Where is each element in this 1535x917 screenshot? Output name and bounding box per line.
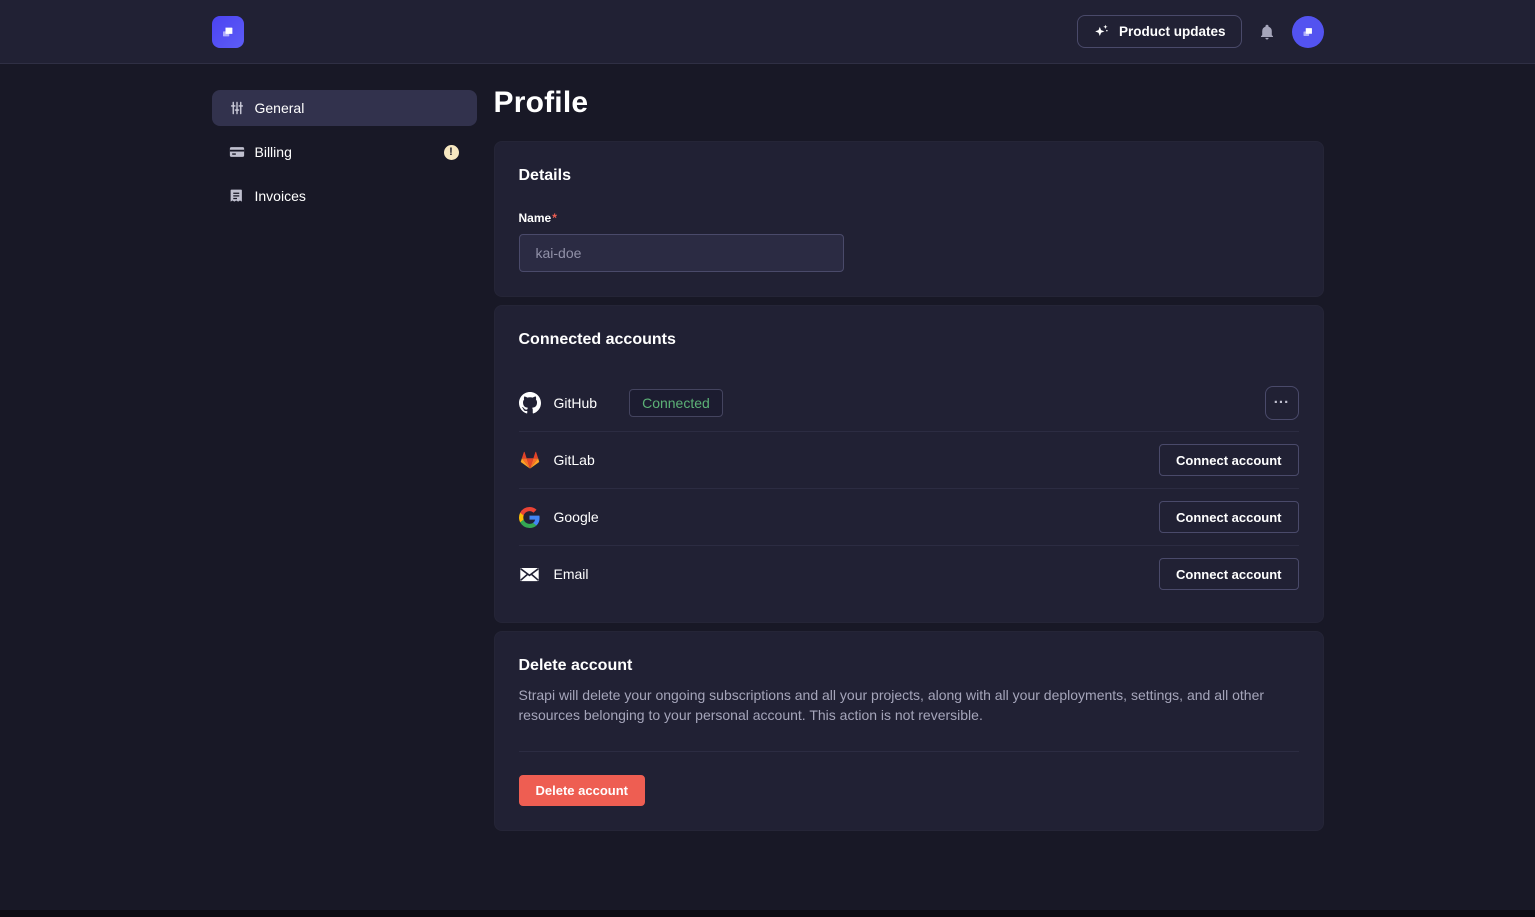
provider-name: GitLab xyxy=(554,452,595,468)
name-label-text: Name xyxy=(519,211,552,225)
topbar: Product updates xyxy=(0,0,1535,64)
account-row-github: GitHub Connected ... xyxy=(519,374,1299,431)
page-title: Profile xyxy=(494,86,1324,120)
account-row-gitlab: GitLab Connect account xyxy=(519,431,1299,488)
sliders-icon xyxy=(228,99,246,117)
delete-account-button[interactable]: Delete account xyxy=(519,775,645,806)
sidebar-item-billing[interactable]: Billing ! xyxy=(212,134,477,170)
sidebar-item-label: Invoices xyxy=(255,188,459,204)
main-content: Profile Details Name* Connected accounts xyxy=(494,90,1324,839)
sidebar: General Billing ! xyxy=(212,90,477,222)
strapi-logo-icon xyxy=(218,22,238,42)
connect-account-button[interactable]: Connect account xyxy=(1159,501,1298,533)
provider-name: Email xyxy=(554,566,589,582)
strapi-avatar-icon xyxy=(1299,23,1317,41)
bottom-edge xyxy=(0,910,1535,917)
sidebar-item-label: General xyxy=(255,100,459,116)
connected-accounts-card: Connected accounts GitHub Connected ... xyxy=(494,305,1324,623)
account-row-google: Google Connect account xyxy=(519,488,1299,545)
account-row-email: Email Connect account xyxy=(519,545,1299,602)
credit-card-icon xyxy=(228,143,246,161)
sparkles-icon xyxy=(1093,23,1110,40)
product-updates-button[interactable]: Product updates xyxy=(1077,15,1242,48)
sidebar-item-general[interactable]: General xyxy=(212,90,477,126)
gitlab-icon xyxy=(519,449,541,471)
provider-name: Google xyxy=(554,509,599,525)
bell-icon xyxy=(1258,23,1276,41)
details-heading: Details xyxy=(519,166,1299,186)
warning-badge: ! xyxy=(444,145,459,160)
divider xyxy=(519,751,1299,752)
required-asterisk: * xyxy=(552,211,557,225)
delete-account-card: Delete account Strapi will delete your o… xyxy=(494,631,1324,831)
connect-account-button[interactable]: Connect account xyxy=(1159,444,1298,476)
user-avatar[interactable] xyxy=(1292,16,1324,48)
sidebar-item-invoices[interactable]: Invoices xyxy=(212,178,477,214)
more-options-button[interactable]: ... xyxy=(1265,386,1299,420)
product-updates-label: Product updates xyxy=(1119,24,1226,39)
google-icon xyxy=(519,506,541,528)
provider-name: GitHub xyxy=(554,395,598,411)
invoice-icon xyxy=(228,187,246,205)
delete-account-description: Strapi will delete your ongoing subscrip… xyxy=(519,685,1299,725)
connected-badge: Connected xyxy=(629,389,723,417)
connect-account-button[interactable]: Connect account xyxy=(1159,558,1298,590)
name-label: Name* xyxy=(519,210,1299,226)
sidebar-item-label: Billing xyxy=(255,144,444,160)
notifications-button[interactable] xyxy=(1258,23,1276,41)
delete-account-heading: Delete account xyxy=(519,656,1299,676)
email-icon xyxy=(519,563,541,585)
details-card: Details Name* xyxy=(494,141,1324,297)
name-input[interactable] xyxy=(519,234,844,272)
github-icon xyxy=(519,392,541,414)
strapi-logo[interactable] xyxy=(212,16,244,48)
connected-accounts-heading: Connected accounts xyxy=(519,330,1299,350)
